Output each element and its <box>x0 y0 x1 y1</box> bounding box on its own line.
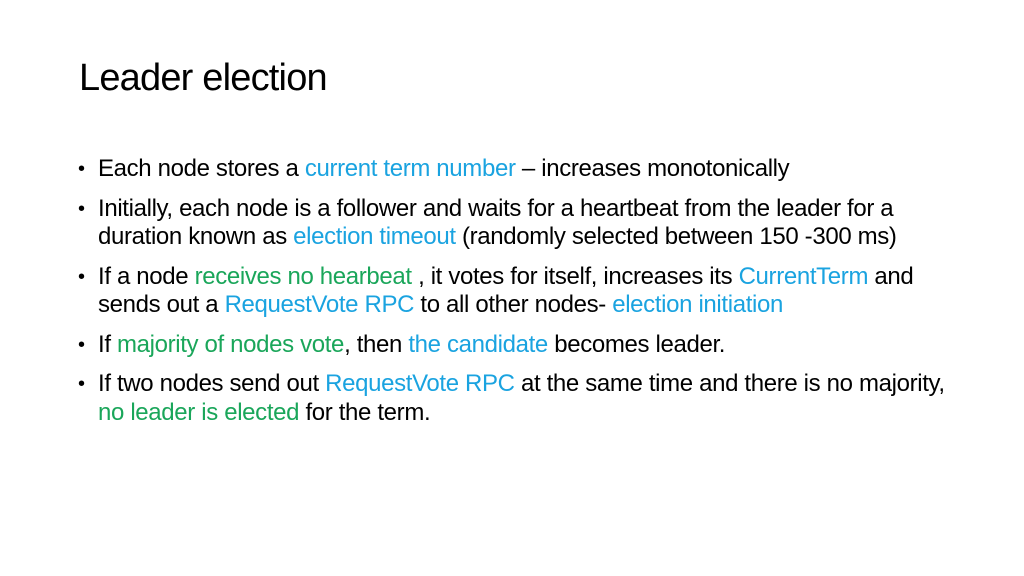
bullet-text-segment: at the same time and there is no majorit… <box>514 370 945 397</box>
bullet-text-segment: – increases monotonically <box>515 155 790 182</box>
bullet-text-segment: to all other nodes- <box>414 291 613 318</box>
highlight-blue-text: CurrentTerm <box>738 262 869 290</box>
highlight-blue-text: election timeout <box>293 223 456 250</box>
bullet-dot-icon: • <box>78 333 85 356</box>
bullet-item: • If two nodes send out RequestVote RPC … <box>78 370 958 427</box>
bullet-dot-icon: • <box>78 158 85 180</box>
bullet-list: • Each node stores a current term number… <box>78 155 958 438</box>
highlight-green-text: majority of nodes vote <box>116 330 345 358</box>
bullet-dot-icon: • <box>78 265 85 288</box>
bullet-item: • If majority of nodes vote, then the ca… <box>78 331 958 360</box>
bullet-text-segment: If <box>98 330 117 358</box>
bullet-dot-icon: • <box>78 373 85 395</box>
slide-title: Leader election <box>79 57 328 99</box>
bullet-text-segment: (randomly selected between 150 -300 ms) <box>455 223 897 250</box>
bullet-text-segment: If two nodes send out <box>98 370 326 397</box>
bullet-dot-icon: • <box>78 197 85 220</box>
bullet-text-segment: becomes leader. <box>547 330 726 358</box>
highlight-blue-text: current term number <box>304 155 516 182</box>
bullet-text-segment: , it votes for itself, increases its <box>411 262 739 290</box>
highlight-blue-text: the candidate <box>408 330 548 358</box>
bullet-text-segment: Each node stores a <box>98 155 305 182</box>
bullet-item: • Initially, each node is a follower and… <box>78 195 958 252</box>
highlight-blue-text: RequestVote RPC <box>224 291 415 318</box>
bullet-text-segment: for the term. <box>299 398 431 426</box>
bullet-text-segment: , then <box>344 330 409 358</box>
highlight-blue-text: election initiation <box>612 291 783 318</box>
bullet-item: • Each node stores a current term number… <box>78 155 958 184</box>
highlight-green-text: receives no hearbeat <box>194 262 413 290</box>
highlight-blue-text: RequestVote RPC <box>325 370 515 397</box>
highlight-green-text: no leader is elected <box>98 398 300 426</box>
bullet-item: • If a node receives no hearbeat , it vo… <box>78 263 958 320</box>
bullet-text-segment: If a node <box>98 262 195 290</box>
